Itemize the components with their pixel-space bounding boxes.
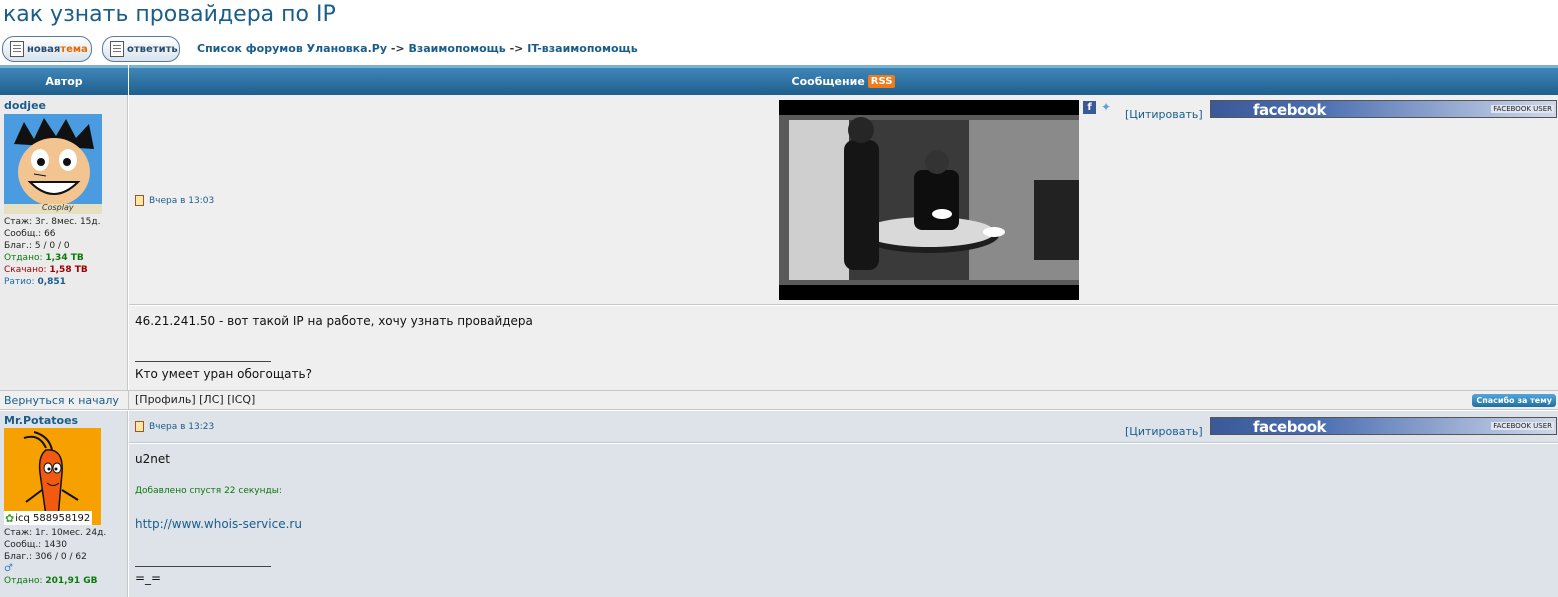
column-divider [128,391,129,410]
avatar-caption: Cosplay [42,203,74,212]
crumb-sep: -> [390,42,405,55]
rss-icon[interactable]: RSS [867,75,896,88]
profile-links: [Профиль] [ЛС] [ICQ] [135,393,255,406]
stat-downloaded: Скачано: 1,58 ТВ [4,264,127,276]
rss-label: RSS [870,76,893,87]
avatar-cartoon-icon [4,114,102,214]
stat-stazh: Стаж: 1г. 10мес. 24д. [4,528,107,538]
post-footer: Вернуться к началу [Профиль] [ЛС] [ICQ] … [0,390,1558,410]
username[interactable]: dodjee [4,99,127,112]
photo-scene-icon [779,100,1079,300]
message-column-header: Сообщение RSS [129,65,1558,95]
new-topic-suffix: тема [60,43,88,55]
thanks-button[interactable]: Спасибо за тему [1472,394,1556,407]
author-header-label: Автор [45,75,83,88]
reply-button[interactable]: ответить [102,36,180,62]
post-author-panel: dodjee Cosplay Стаж: 3г. 8мес. 15д. Сооб… [0,95,128,390]
message-icon [135,195,144,206]
post-text: u2net [135,452,170,466]
pm-link[interactable]: [ЛС] [199,393,224,406]
new-topic-prefix: новая [27,43,61,55]
embedded-image [779,100,1079,300]
facebook-text: facebook [1253,101,1327,119]
stat-given: Отдано: 1,34 ТВ [4,252,127,264]
facebook-user-text: FACEBOOK USER [1491,105,1554,113]
downloaded-label: Скачано: [4,265,47,275]
signature-text: =_= [135,571,162,585]
icq-number: icq 588958192 [15,512,91,524]
post-time[interactable]: Вчера в 13:03 [149,196,214,206]
user-stats: Стаж: 3г. 8мес. 15д. Сообщ.: 66 Благ.: 5… [4,216,127,288]
post-time-line: Вчера в 13:23 [135,421,214,432]
profile-link[interactable]: [Профиль] [135,393,196,406]
new-topic-button[interactable]: новая тема [2,36,92,62]
author-column-header: Автор [0,65,128,95]
crumb-it[interactable]: IT-взаимопомощь [527,42,637,55]
toolbar: новая тема ответить Список форумов Уланов… [0,36,1558,62]
message-icon [135,421,144,432]
avatar: ✿ icq 588958192 [4,428,101,525]
avatar: Cosplay [4,114,102,214]
signature-divider [135,566,271,567]
quote-link[interactable]: [Цитировать] [1125,425,1203,438]
post-author-panel: Mr.Potatoes ✿ icq 588958192 Стаж: 1г. 10… [0,411,128,597]
stat-posts: Сообщ.: 66 [4,229,56,239]
quote-link[interactable]: [Цитировать] [1125,108,1203,121]
post-link[interactable]: http://www.whois-service.ru [135,517,302,531]
back-to-top-link[interactable]: Вернуться к началу [4,394,119,407]
ratio-label: Ратио: [4,277,35,287]
stat-blag: Благ.: 5 / 0 / 0 [4,241,70,251]
facebook-user-text: FACEBOOK USER [1491,422,1554,430]
post-text: 46.21.241.50 - вот такой IP на работе, х… [135,314,533,328]
facebook-text: facebook [1253,418,1327,436]
facebook-banner[interactable]: facebook FACEBOOK USER [1210,100,1557,119]
username[interactable]: Mr.Potatoes [4,414,127,427]
icq-status: ✿ icq 588958192 [4,511,93,525]
signature-text: Кто умеет уран обогощать? [135,367,312,381]
downloaded-value: 1,58 ТВ [49,265,88,275]
page-title: как узнать провайдера по IP [3,2,336,27]
added-later-note: Добавлено спустя 22 секунды: [135,486,282,496]
post-time[interactable]: Вчера в 13:23 [149,422,214,432]
twitter-share-icon[interactable]: ✦ [1101,101,1116,114]
post-time-line: Вчера в 13:03 [135,195,214,206]
signature-divider [135,361,271,362]
given-label: Отдано: [4,253,43,263]
post-body: 46.21.241.50 - вот такой IP на работе, х… [129,306,1558,390]
facebook-share-icon[interactable]: f [1083,101,1096,114]
post-header-area: Вчера в 13:03 f ✦ [Цитировать] facebook … [129,95,1558,305]
post-header-area: Вчера в 13:23 [Цитировать] facebook FACE… [129,411,1558,443]
given-label: Отдано: [4,576,43,586]
message-header-label: Сообщение [791,75,865,88]
icq-link[interactable]: [ICQ] [227,393,255,406]
icq-flower-icon: ✿ [5,511,15,525]
crumb-forums[interactable]: Список форумов Улановка.Ру [197,42,387,55]
breadcrumb: Список форумов Улановка.Ру -> Взаимопомо… [197,42,638,55]
stat-given: Отдано: 201,91 GB [4,575,127,587]
stat-posts: Сообщ.: 1430 [4,540,67,550]
facebook-banner[interactable]: facebook FACEBOOK USER [1210,417,1557,436]
document-icon [110,41,124,57]
crumb-help[interactable]: Взаимопомощь [408,42,505,55]
stat-stazh: Стаж: 3г. 8мес. 15д. [4,217,101,227]
stat-blag: Благ.: 306 / 0 / 62 [4,552,87,562]
user-stats: Стаж: 1г. 10мес. 24д. Сообщ.: 1430 Благ.… [4,527,127,587]
given-value: 1,34 ТВ [45,253,84,263]
given-value: 201,91 GB [45,576,98,586]
post-body: u2net Добавлено спустя 22 секунды: http:… [129,444,1558,597]
ratio-value: 0,851 [37,277,66,287]
crumb-sep: -> [509,42,524,55]
reply-label: ответить [127,43,178,55]
document-icon [10,41,24,57]
stat-ratio: Ратио: 0,851 [4,276,127,288]
male-icon: ♂ [4,563,13,574]
